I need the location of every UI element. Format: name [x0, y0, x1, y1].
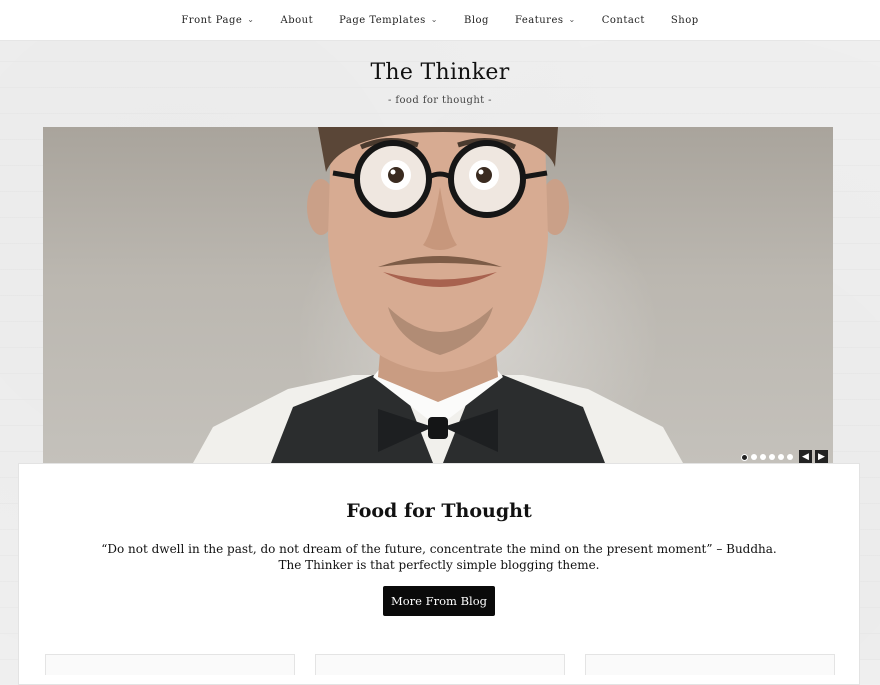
nav-item-label: About	[280, 14, 314, 26]
nav-item-shop[interactable]: Shop	[658, 15, 712, 26]
slider-dot[interactable]	[769, 454, 775, 460]
slider-dot[interactable]	[787, 454, 793, 460]
chevron-left-icon: ◀	[802, 451, 809, 462]
section-title: Food for Thought	[346, 500, 532, 522]
intro-card: Food for Thought “Do not dwell in the pa…	[18, 463, 860, 685]
nav-item-front-page[interactable]: Front Page ⌄	[168, 15, 267, 26]
site-title[interactable]: The Thinker	[0, 60, 880, 85]
post-preview[interactable]	[315, 654, 565, 675]
nav-item-label: Blog	[463, 14, 489, 26]
nav-menu: Front Page ⌄ About Page Templates ⌄ Blog…	[168, 15, 711, 26]
quote-line: The Thinker is that perfectly simple blo…	[278, 558, 600, 572]
chevron-down-icon: ⌄	[430, 14, 438, 24]
slider-pagination	[741, 454, 793, 461]
chevron-down-icon: ⌄	[568, 14, 576, 24]
slider-dot[interactable]	[741, 454, 748, 461]
nav-item-contact[interactable]: Contact	[589, 15, 658, 26]
nav-item-blog[interactable]: Blog	[451, 15, 502, 26]
nav-item-label: Page Templates	[339, 14, 426, 26]
chevron-down-icon: ⌄	[247, 14, 255, 24]
slider-prev-button[interactable]: ◀	[799, 450, 812, 463]
post-previews	[45, 654, 835, 675]
slider-dot[interactable]	[778, 454, 784, 460]
nav-item-label: Shop	[670, 14, 699, 26]
nav-item-features[interactable]: Features ⌄	[502, 15, 589, 26]
post-preview[interactable]	[45, 654, 295, 675]
main-navigation: Front Page ⌄ About Page Templates ⌄ Blog…	[0, 0, 880, 41]
nav-item-label: Contact	[601, 14, 645, 26]
post-preview[interactable]	[585, 654, 835, 675]
nav-item-about[interactable]: About	[267, 15, 326, 26]
nav-item-label: Front Page	[181, 14, 243, 26]
hero-slider	[43, 127, 833, 463]
more-from-blog-button[interactable]: More From Blog	[383, 586, 495, 616]
nav-item-page-templates[interactable]: Page Templates ⌄	[326, 15, 451, 26]
site-tagline: - food for thought -	[388, 95, 492, 106]
nav-item-label: Features	[514, 14, 564, 26]
slider-dot[interactable]	[751, 454, 757, 460]
chevron-right-icon: ▶	[818, 451, 825, 462]
slider-dot[interactable]	[760, 454, 766, 460]
hero-image	[193, 127, 683, 463]
quote-line: “Do not dwell in the past, do not dream …	[101, 542, 777, 556]
intro-quote: “Do not dwell in the past, do not dream …	[19, 541, 859, 573]
slider-next-button[interactable]: ▶	[815, 450, 828, 463]
